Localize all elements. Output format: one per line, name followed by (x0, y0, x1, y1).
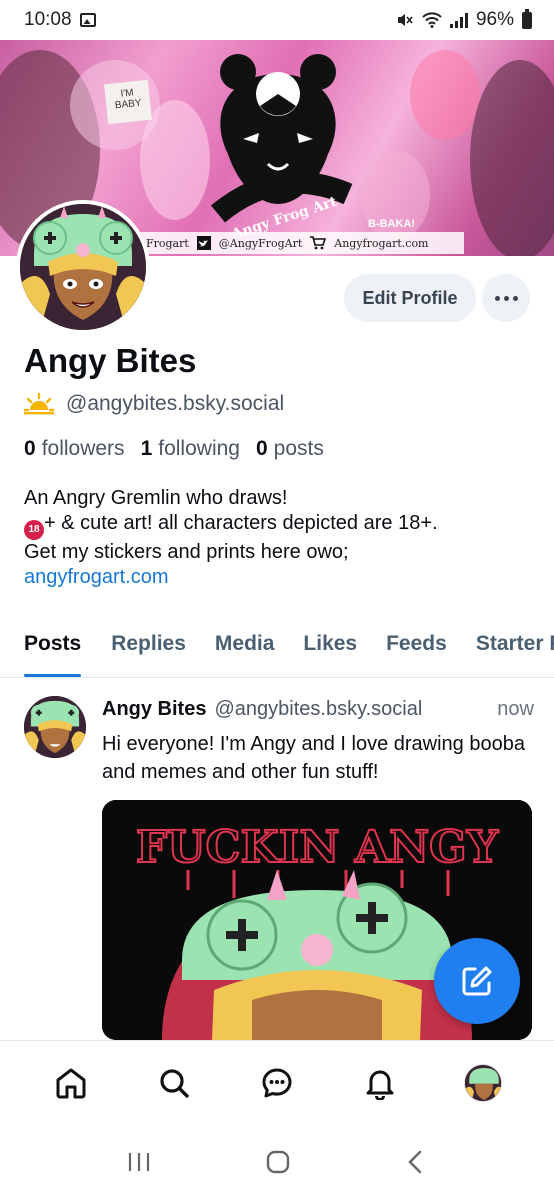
edit-profile-button[interactable]: Edit Profile (344, 274, 476, 322)
home-button-icon[interactable] (265, 1149, 291, 1175)
banner-twitter-handle: @AngyFrogArt (218, 236, 303, 250)
home-icon (56, 1068, 86, 1098)
following-label: following (158, 437, 240, 460)
search-icon (160, 1068, 189, 1098)
back-icon[interactable] (404, 1149, 428, 1175)
more-options-button[interactable] (482, 274, 530, 322)
post-text[interactable]: Hi everyone! I'm Angy and I love drawing… (102, 730, 542, 786)
profile-stats: 0 followers 1 following 0 posts (24, 437, 324, 461)
nav-profile[interactable] (455, 1055, 511, 1111)
tab-feeds[interactable]: Feeds (386, 628, 447, 677)
tab-replies[interactable]: Replies (111, 628, 186, 677)
status-right: 96% (396, 8, 532, 31)
more-dot (503, 295, 509, 301)
profile-avatar[interactable] (16, 200, 150, 334)
followers-label: followers (41, 437, 125, 460)
nav-chat[interactable] (249, 1055, 305, 1111)
signal-icon (449, 12, 468, 28)
banner-figure-right (470, 60, 554, 256)
more-dot (494, 295, 500, 301)
tab-likes[interactable]: Likes (303, 628, 357, 677)
posts-label: posts (273, 437, 324, 460)
tab-media[interactable]: Media (215, 628, 275, 677)
more-dot (512, 295, 518, 301)
post-timestamp[interactable]: now (497, 698, 534, 721)
bottom-navigation (0, 1040, 554, 1124)
banner-footer: Frogart @AngyFrogArt Angyfrogart.com (140, 232, 464, 254)
battery-icon (522, 8, 532, 29)
handle-row: @angybites.bsky.social (24, 392, 284, 416)
clock: 10:08 (24, 9, 72, 30)
post-author-handle[interactable]: @angybites.bsky.social (214, 698, 477, 721)
compose-icon (462, 966, 492, 996)
nav-notifications[interactable] (352, 1055, 408, 1111)
twitter-icon (196, 236, 211, 250)
gallery-notification-icon (79, 13, 96, 27)
posts-stat: 0 posts (256, 437, 324, 461)
post-author-name[interactable]: Angy Bites (102, 698, 206, 721)
profile-bio: An Angry Gremlin who draws! 18 + & cute a… (24, 486, 544, 590)
system-navigation-bar (0, 1124, 554, 1200)
post-image-title: FUCKIN ANGY (136, 822, 499, 873)
status-bar: 10:08 96% (0, 0, 554, 40)
wifi-icon (422, 12, 442, 28)
tab-posts[interactable]: Posts (24, 628, 82, 677)
banner-baka-text: B-BAKA! (368, 218, 416, 230)
post-avatar-illustration (24, 696, 86, 758)
bio-line: Get my stickers and prints here owo; (24, 540, 349, 563)
bio-link[interactable]: angyfrogart.com (24, 565, 544, 590)
nav-home[interactable] (43, 1055, 99, 1111)
avatar-illustration (20, 204, 146, 330)
chat-bubble-icon (262, 1068, 292, 1097)
banner-sign: I'M BABY (104, 79, 152, 125)
post-header: Angy Bites @angybites.bsky.social now (102, 698, 534, 721)
sunrise-icon (24, 392, 54, 415)
recent-apps-icon[interactable] (126, 1150, 152, 1174)
display-name: Angy Bites (24, 342, 197, 379)
nav-search[interactable] (146, 1055, 202, 1111)
banner-art-blob (410, 50, 480, 140)
bio-line: An Angry Gremlin who draws! (24, 487, 288, 509)
adult-18-badge-icon: 18 (24, 519, 44, 540)
tab-starter-packs[interactable]: Starter Packs (476, 628, 554, 677)
profile-handle[interactable]: @angybites.bsky.social (66, 392, 284, 416)
shopping-cart-icon (310, 236, 327, 250)
bio-line: 18 + & cute art! all characters depicted … (24, 511, 544, 540)
mute-icon (397, 14, 413, 26)
bell-icon (366, 1070, 394, 1100)
following-stat[interactable]: 1 following (141, 437, 240, 461)
status-left: 10:08 (24, 9, 96, 31)
battery-percent: 96% (475, 9, 514, 30)
profile-tabs: Posts Replies Media Likes Feeds Starter … (0, 628, 554, 678)
profile-avatar-icon (463, 1063, 502, 1102)
compose-post-button[interactable] (434, 938, 520, 1024)
banner-shop-url: Angyfrogart.com (334, 236, 429, 250)
banner-footer-name: Frogart (146, 236, 189, 250)
bio-line-text: + & cute art! all characters depicted ar… (44, 512, 438, 534)
post-author-avatar[interactable] (24, 696, 86, 758)
followers-count: 0 (24, 437, 36, 460)
posts-count: 0 (255, 437, 268, 460)
followers-stat[interactable]: 0 followers (24, 437, 125, 461)
following-count: 1 (140, 437, 153, 460)
angy-frog-logo: Angy Frog Art (210, 54, 353, 243)
